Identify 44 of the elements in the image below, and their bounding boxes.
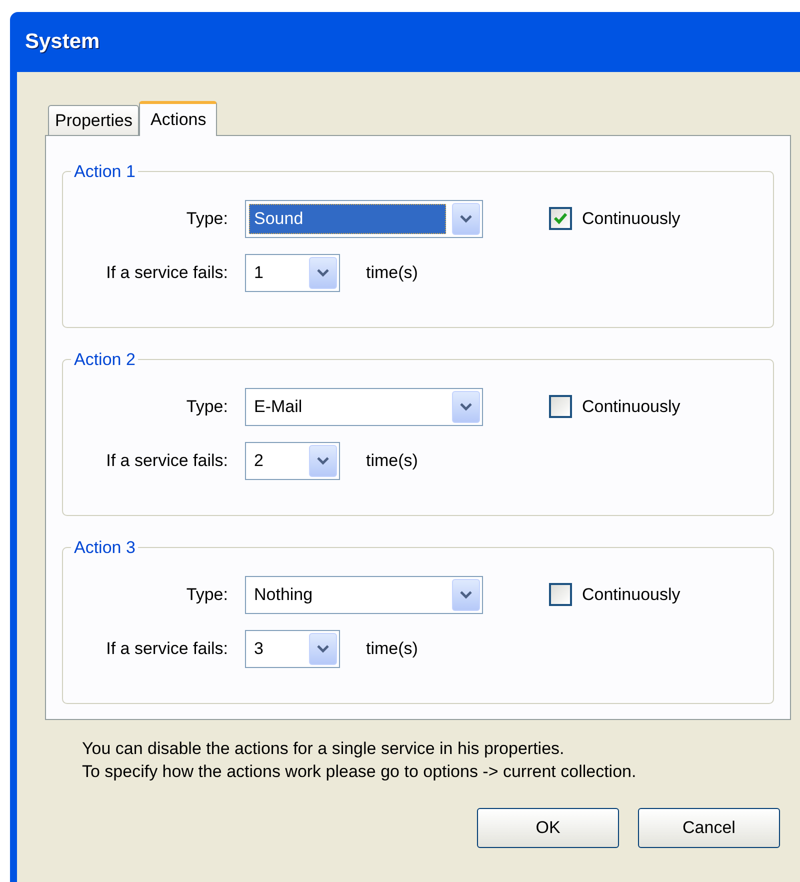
tab[interactable]: Properties: [48, 105, 140, 135]
dropdown-arrow-button[interactable]: [452, 390, 480, 422]
checkmark-icon: [553, 212, 568, 225]
dropdown-arrow-button[interactable]: [309, 256, 337, 288]
dropdown-arrow-button[interactable]: [309, 444, 337, 476]
dropdown-field[interactable]: Nothing: [245, 576, 483, 614]
info-text: You can disable the actions for a single service in his properties.: [82, 738, 566, 760]
unit-label: time(s): [366, 450, 418, 472]
chevron-down-icon: [460, 214, 472, 222]
info-text: To specify how the actions work please go to options -> current collection.: [82, 761, 638, 783]
dropdown-field[interactable]: 3: [245, 630, 340, 668]
dropdown-field[interactable]: E-Mail: [245, 388, 483, 426]
checkbox[interactable]: [549, 207, 572, 230]
unit-label: time(s): [366, 262, 418, 284]
unit-label: time(s): [366, 638, 418, 660]
fails-label: If a service fails:: [105, 262, 229, 284]
group-title: Action 2: [74, 350, 136, 369]
dialog-button[interactable]: OK: [477, 808, 619, 848]
checkbox[interactable]: [549, 395, 572, 418]
dropdown-arrow-button[interactable]: [452, 202, 480, 234]
type-label: Type:: [185, 208, 229, 230]
window-title: System: [25, 29, 100, 56]
fails-label: If a service fails:: [105, 450, 229, 472]
type-label: Type:: [185, 396, 229, 418]
dropdown-field[interactable]: 2: [245, 442, 340, 480]
chevron-down-icon: [317, 268, 329, 276]
continuously-checkbox[interactable]: Continuously: [549, 582, 680, 608]
continuously-checkbox[interactable]: Continuously: [549, 394, 680, 420]
dropdown-arrow-button[interactable]: [452, 578, 480, 610]
group-title: Action 3: [74, 538, 136, 557]
chevron-down-icon: [460, 590, 472, 598]
checkbox[interactable]: [549, 583, 572, 606]
chevron-down-icon: [317, 644, 329, 652]
fails-label: If a service fails:: [105, 638, 229, 660]
dropdown-field[interactable]: 1: [245, 254, 340, 292]
dropdown-arrow-button[interactable]: [309, 632, 337, 664]
dropdown-field[interactable]: Sound: [245, 200, 483, 238]
chevron-down-icon: [460, 402, 472, 410]
dialog-button[interactable]: Cancel: [638, 808, 780, 848]
group-title: Action 1: [74, 162, 136, 181]
chevron-down-icon: [317, 456, 329, 464]
continuously-checkbox[interactable]: Continuously: [549, 206, 680, 232]
type-label: Type:: [185, 584, 229, 606]
tab[interactable]: Actions: [139, 101, 218, 136]
